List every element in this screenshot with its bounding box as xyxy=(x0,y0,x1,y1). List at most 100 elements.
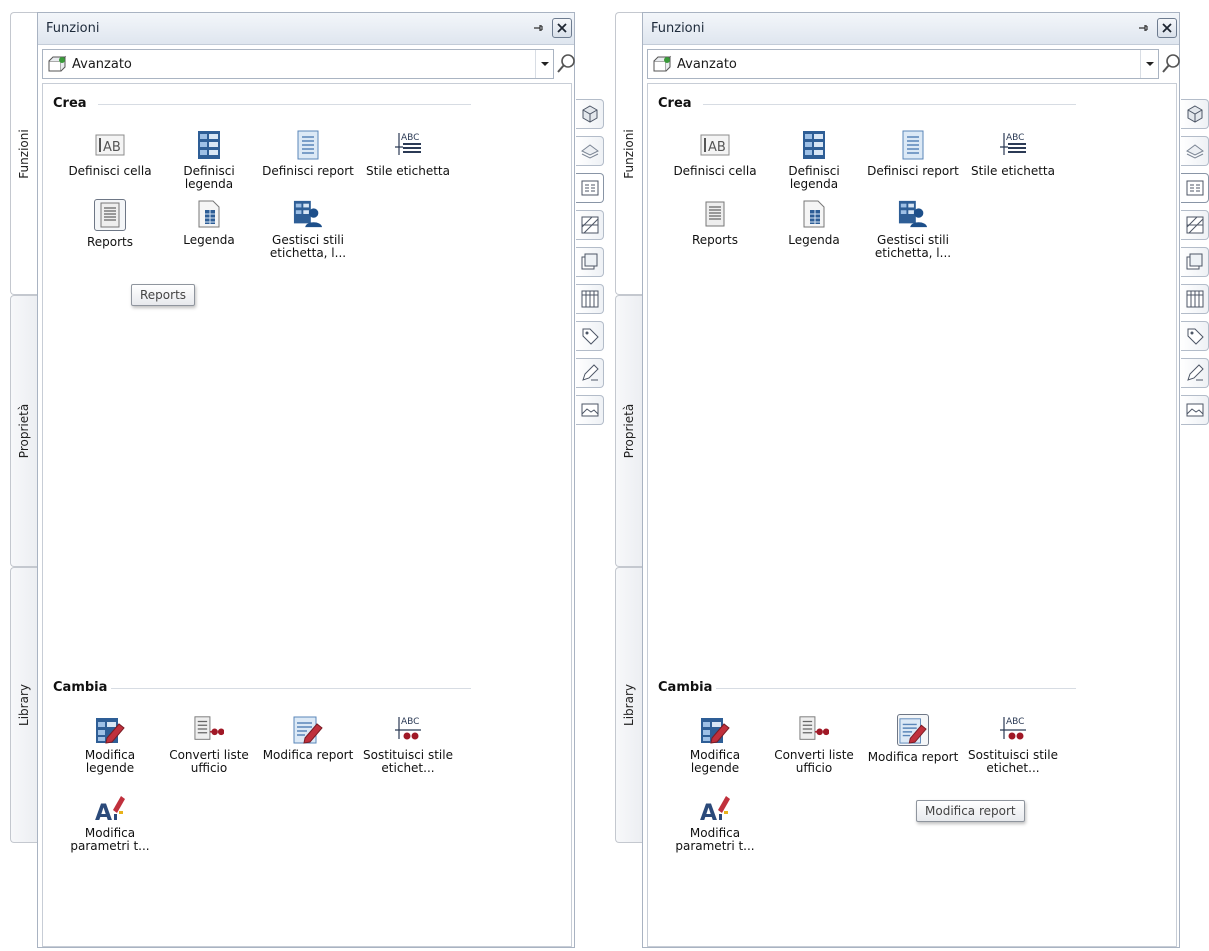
function-definisci-cella[interactable]: AB Definisci cella xyxy=(665,130,765,178)
manage-label-styles-icon xyxy=(898,199,928,229)
side-tab-library[interactable]: Library xyxy=(10,567,37,843)
function-converti-liste[interactable]: Converti liste ufficio xyxy=(159,714,259,775)
advanced-mode-icon xyxy=(48,55,68,76)
function-definisci-legenda[interactable]: Definisci legenda xyxy=(159,130,259,191)
reports-icon xyxy=(94,199,126,231)
manage-label-styles-icon xyxy=(293,199,323,229)
pin-icon[interactable] xyxy=(528,18,548,38)
search-icon[interactable] xyxy=(554,51,578,77)
right-palette-pane: Funzioni Proprietà Library Funzioni Avan… xyxy=(605,0,1209,951)
function-definisci-legenda[interactable]: Definisci legenda xyxy=(764,130,864,191)
function-modifica-report[interactable]: Modifica report xyxy=(863,714,963,764)
dropdown-value: Avanzato xyxy=(72,57,132,72)
report-doc-icon xyxy=(293,130,323,160)
svg-text:ABC: ABC xyxy=(1006,133,1024,143)
function-gestisci-stili[interactable]: Gestisci stili etichetta, l... xyxy=(863,199,963,260)
convert-lists-icon xyxy=(194,714,224,744)
3d-cube-icon[interactable] xyxy=(576,99,604,129)
chevron-down-icon[interactable] xyxy=(535,50,553,78)
function-label: Legenda xyxy=(788,233,840,247)
mode-dropdown[interactable]: Avanzato xyxy=(647,49,1159,79)
side-tab-library[interactable]: Library xyxy=(615,567,642,843)
functions-content: Crea AB Definisci cella Definisci legend… xyxy=(42,83,572,947)
search-icon[interactable] xyxy=(1159,51,1183,77)
function-definisci-cella[interactable]: AB Definisci cella xyxy=(60,130,160,178)
palette-titlebar: Funzioni xyxy=(38,13,574,45)
side-tab-label: Funzioni xyxy=(17,128,31,179)
side-tab-proprieta[interactable]: Proprietà xyxy=(10,295,37,567)
grid-icon[interactable] xyxy=(576,284,604,314)
grid-icon[interactable] xyxy=(1181,284,1209,314)
section-divider xyxy=(716,688,1076,689)
function-legenda[interactable]: Legenda xyxy=(764,199,864,247)
section-title-crea: Crea xyxy=(53,96,87,111)
edit-text-params-icon: A xyxy=(95,792,125,822)
chevron-down-icon[interactable] xyxy=(1140,50,1158,78)
hatch-icon[interactable] xyxy=(576,210,604,240)
edit-legend-icon xyxy=(95,714,125,744)
function-definisci-report[interactable]: Definisci report xyxy=(863,130,963,178)
legend-icon xyxy=(799,130,829,160)
function-label: Modifica report xyxy=(867,750,959,764)
dropdown-value: Avanzato xyxy=(677,57,737,72)
label-style-abc-icon: ABC xyxy=(393,130,423,160)
side-tab-funzioni[interactable]: Funzioni xyxy=(10,12,37,295)
function-modifica-report[interactable]: Modifica report xyxy=(258,714,358,762)
function-legenda[interactable]: Legenda xyxy=(159,199,259,247)
function-label: Stile etichetta xyxy=(971,164,1055,178)
function-reports[interactable]: Reports xyxy=(665,199,765,247)
section-title-crea: Crea xyxy=(658,96,692,111)
replace-label-style-icon: ABC xyxy=(998,714,1028,744)
pen-icon[interactable] xyxy=(576,358,604,388)
palette-titlebar: Funzioni xyxy=(643,13,1179,45)
pin-icon[interactable] xyxy=(1133,18,1153,38)
landscape-icon[interactable] xyxy=(576,395,604,425)
functions-palette: Funzioni Avanzato Crea AB Definisci cell… xyxy=(642,12,1209,948)
surface-icon[interactable] xyxy=(576,136,604,166)
layers-icon[interactable] xyxy=(1181,247,1209,277)
svg-text:ABC: ABC xyxy=(401,133,419,143)
tag-icon[interactable] xyxy=(576,321,604,351)
landscape-icon[interactable] xyxy=(1181,395,1209,425)
function-stile-etichetta[interactable]: ABC Stile etichetta xyxy=(358,130,458,178)
function-sostituisci-stile[interactable]: ABC Sostituisci stile etichet... xyxy=(358,714,458,775)
section-divider xyxy=(98,104,471,105)
close-icon[interactable] xyxy=(552,18,572,38)
3d-cube-icon[interactable] xyxy=(1181,99,1209,129)
function-label: Modifica report xyxy=(262,748,354,762)
svg-text:AB: AB xyxy=(103,140,121,155)
function-label: Sostituisci stile etichet... xyxy=(363,748,453,775)
function-modifica-parametri[interactable]: A Modifica parametri t... xyxy=(665,792,765,853)
function-sostituisci-stile[interactable]: ABC Sostituisci stile etichet... xyxy=(963,714,1063,775)
function-modifica-parametri[interactable]: A Modifica parametri t... xyxy=(60,792,160,853)
side-tab-funzioni[interactable]: Funzioni xyxy=(615,12,642,295)
side-tab-label: Library xyxy=(622,684,636,726)
function-converti-liste[interactable]: Converti liste ufficio xyxy=(764,714,864,775)
function-modifica-legende[interactable]: Modifica legende xyxy=(60,714,160,775)
replace-label-style-icon: ABC xyxy=(393,714,423,744)
function-modifica-legende[interactable]: Modifica legende xyxy=(665,714,765,775)
tag-icon[interactable] xyxy=(1181,321,1209,351)
side-tab-proprieta[interactable]: Proprietà xyxy=(615,295,642,567)
svg-text:ABC: ABC xyxy=(401,717,419,727)
mode-dropdown[interactable]: Avanzato xyxy=(42,49,554,79)
layers-icon[interactable] xyxy=(576,247,604,277)
function-label: Gestisci stili etichetta, l... xyxy=(874,233,952,260)
surface-icon[interactable] xyxy=(1181,136,1209,166)
function-label: Modifica parametri t... xyxy=(675,826,755,853)
function-label: Converti liste ufficio xyxy=(774,748,854,775)
function-definisci-report[interactable]: Definisci report xyxy=(258,130,358,178)
pen-icon[interactable] xyxy=(1181,358,1209,388)
hatch-icon[interactable] xyxy=(1181,210,1209,240)
report-tab-icon[interactable] xyxy=(1181,173,1209,203)
close-icon[interactable] xyxy=(1157,18,1177,38)
palette-title: Funzioni xyxy=(46,21,100,36)
cell-ab-icon: AB xyxy=(95,130,125,160)
side-tab-label: Funzioni xyxy=(622,128,636,179)
report-tab-icon[interactable] xyxy=(576,173,604,203)
function-reports[interactable]: Reports xyxy=(60,199,160,249)
function-gestisci-stili[interactable]: Gestisci stili etichetta, l... xyxy=(258,199,358,260)
function-stile-etichetta[interactable]: ABC Stile etichetta xyxy=(963,130,1063,178)
section-title-cambia: Cambia xyxy=(53,680,108,695)
tooltip: Modifica report xyxy=(916,800,1025,822)
